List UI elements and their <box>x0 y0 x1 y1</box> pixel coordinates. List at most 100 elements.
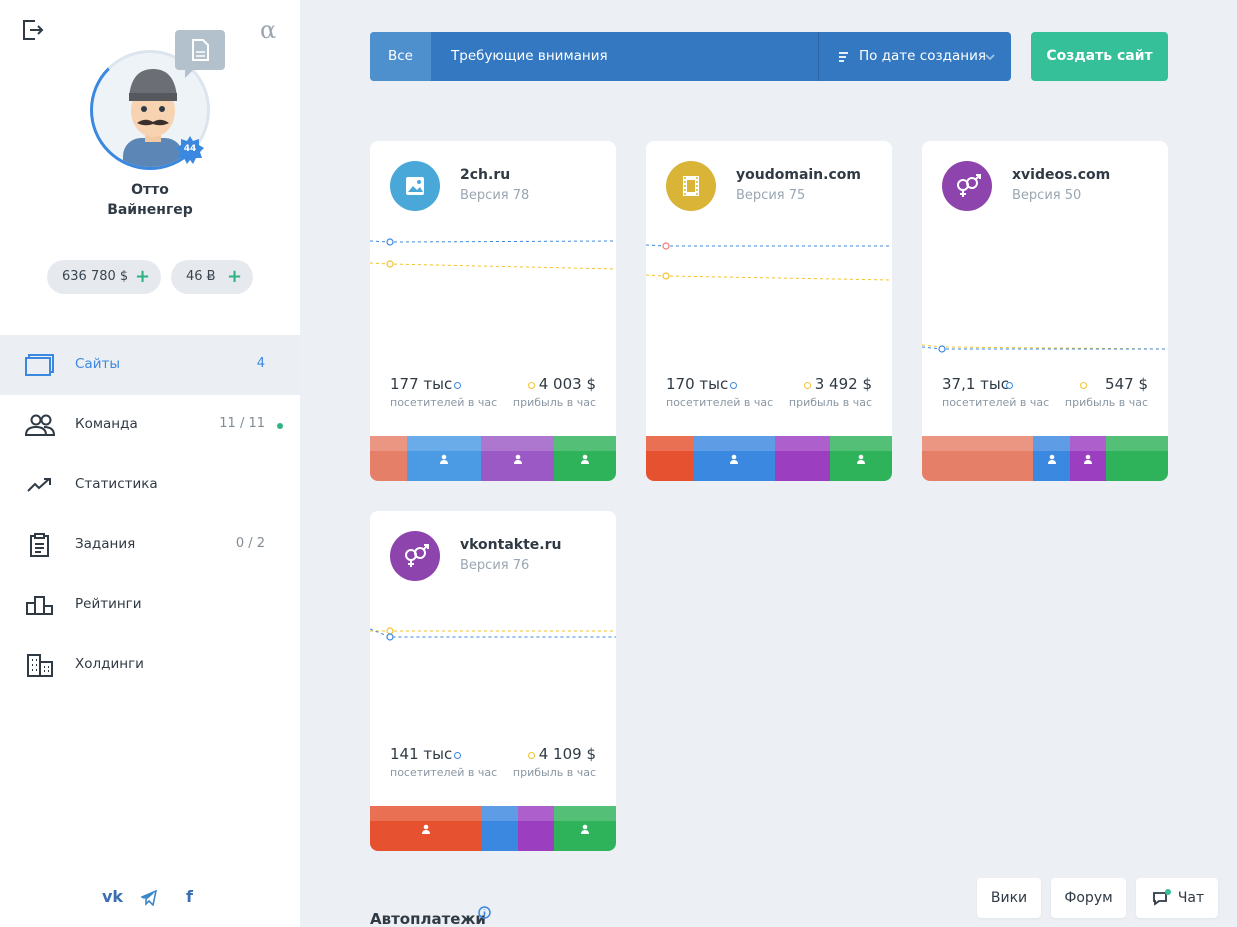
team-slot[interactable] <box>518 806 554 851</box>
sidebar-nav: Сайты 4 Команда 11 / 11 Статистика Задан… <box>0 335 300 695</box>
chat-icon <box>1153 889 1171 906</box>
visitors-marker <box>454 752 461 759</box>
visitors-value: 170 тыс <box>666 375 729 393</box>
team-slot[interactable] <box>922 436 1033 481</box>
gender-icon <box>942 161 992 211</box>
sidebar-item-holdings[interactable]: Холдинги <box>0 635 300 695</box>
team-slots <box>922 436 1168 481</box>
vk-icon[interactable]: vk <box>102 887 123 906</box>
telegram-icon[interactable] <box>141 890 157 906</box>
sidebar-item-count: 11 / 11 <box>219 416 265 431</box>
add-usd-button[interactable]: + <box>135 260 150 294</box>
visitors-marker <box>730 382 737 389</box>
team-slot[interactable] <box>775 436 830 481</box>
team-slot[interactable] <box>1070 436 1106 481</box>
profit-value: 3 492 $ <box>814 375 872 393</box>
sort-icon <box>839 52 848 62</box>
team-slot[interactable] <box>1033 436 1070 481</box>
sidebar-item-team[interactable]: Команда 11 / 11 <box>0 395 300 455</box>
profit-marker <box>528 382 535 389</box>
forum-button[interactable]: Форум <box>1051 878 1126 918</box>
profit-label: прибыль в час <box>1064 396 1148 409</box>
sidebar: α 44 Отто Вайненгер 636 780 $ + 46 Ƀ + С… <box>0 0 300 927</box>
sidebar-item-sites[interactable]: Сайты 4 <box>0 335 300 395</box>
user-last-name: Вайненгер <box>107 202 193 218</box>
team-slot[interactable] <box>554 436 616 481</box>
team-slot[interactable] <box>1106 436 1168 481</box>
site-version: Версия 50 <box>1012 188 1082 203</box>
logout-icon[interactable] <box>22 20 44 40</box>
visitors-marker <box>454 382 461 389</box>
sidebar-item-label: Сайты <box>75 356 120 372</box>
alpha-icon[interactable]: α <box>260 16 276 44</box>
facebook-icon[interactable]: f <box>186 887 193 906</box>
team-slot[interactable] <box>830 436 892 481</box>
divider <box>818 32 819 81</box>
site-domain[interactable]: 2ch.ru <box>460 167 510 183</box>
user-name: Отто Вайненгер <box>0 180 300 220</box>
tab-needs-attention[interactable]: Требующие внимания <box>451 32 608 81</box>
sidebar-item-stats[interactable]: Статистика <box>0 455 300 515</box>
team-slots <box>370 436 616 481</box>
site-domain[interactable]: xvideos.com <box>1012 167 1110 183</box>
trend-chart <box>370 627 616 641</box>
team-slot[interactable] <box>481 806 518 851</box>
site-version: Версия 75 <box>736 188 806 203</box>
create-site-button[interactable]: Создать сайт <box>1031 32 1168 81</box>
person-icon <box>421 824 430 834</box>
balance-btc-value: 46 Ƀ <box>186 269 216 284</box>
site-card[interactable]: youdomain.com Версия 75 170 тыс посетителей… <box>646 141 892 481</box>
sidebar-item-label: Команда <box>75 416 138 432</box>
add-btc-button[interactable]: + <box>227 260 242 294</box>
team-slot[interactable] <box>693 436 775 481</box>
team-slots <box>646 436 892 481</box>
sort-dropdown[interactable]: По дате создания <box>859 32 986 81</box>
person-icon <box>440 454 448 464</box>
image-icon <box>390 161 440 211</box>
visitors-label: посетителей в час <box>666 396 774 409</box>
person-icon <box>513 454 522 464</box>
site-card[interactable]: xvideos.com Версия 50 37,1 тыс посетителей … <box>922 141 1168 481</box>
trend-icon <box>27 478 51 492</box>
document-icon[interactable] <box>175 30 225 78</box>
visitors-value: 177 тыс <box>390 375 453 393</box>
sidebar-item-ratings[interactable]: Рейтинги <box>0 575 300 635</box>
site-version: Версия 78 <box>460 188 530 203</box>
team-slots <box>370 806 616 851</box>
profit-label: прибыль в час <box>512 766 596 779</box>
site-card[interactable]: 2ch.ru Версия 78 177 тыс посетителей в час 4… <box>370 141 616 481</box>
person-icon <box>730 454 738 464</box>
visitors-marker <box>1006 382 1013 389</box>
profit-value: 547 $ <box>1105 375 1148 393</box>
profit-marker <box>1080 382 1087 389</box>
chat-button[interactable]: Чат <box>1136 878 1218 918</box>
person-icon <box>581 454 589 464</box>
tab-all[interactable]: Все <box>370 32 431 81</box>
autopay-heading: Автоплатежи <box>370 910 486 927</box>
team-slot[interactable] <box>370 806 481 851</box>
monitor-icon <box>25 354 54 376</box>
balance-usd: 636 780 $ + <box>47 260 161 294</box>
trend-chart <box>922 344 1168 353</box>
site-filter-bar: Все Требующие внимания По дате создания <box>370 32 1011 81</box>
sidebar-item-tasks[interactable]: Задания 0 / 2 <box>0 515 300 575</box>
team-slot[interactable] <box>646 436 693 481</box>
site-domain[interactable]: vkontakte.ru <box>460 537 561 553</box>
wiki-button[interactable]: Вики <box>977 878 1041 918</box>
team-slot[interactable] <box>554 806 616 851</box>
team-slot[interactable] <box>481 436 554 481</box>
team-slot[interactable] <box>370 436 407 481</box>
site-domain[interactable]: youdomain.com <box>736 167 861 183</box>
site-card[interactable]: vkontakte.ru Версия 76 141 тыс посетителей … <box>370 511 616 851</box>
visitors-label: посетителей в час <box>390 396 498 409</box>
profit-value: 4 109 $ <box>538 745 596 763</box>
sidebar-item-label: Задания <box>75 536 136 552</box>
team-slot[interactable] <box>407 436 481 481</box>
visitors-label: посетителей в час <box>390 766 498 779</box>
sidebar-item-label: Холдинги <box>75 656 144 672</box>
balance-usd-value: 636 780 $ <box>62 269 129 284</box>
level-badge: 44 <box>176 136 204 164</box>
info-icon[interactable] <box>478 906 491 919</box>
chevron-down-icon[interactable] <box>984 52 996 62</box>
buildings-icon <box>27 654 53 677</box>
